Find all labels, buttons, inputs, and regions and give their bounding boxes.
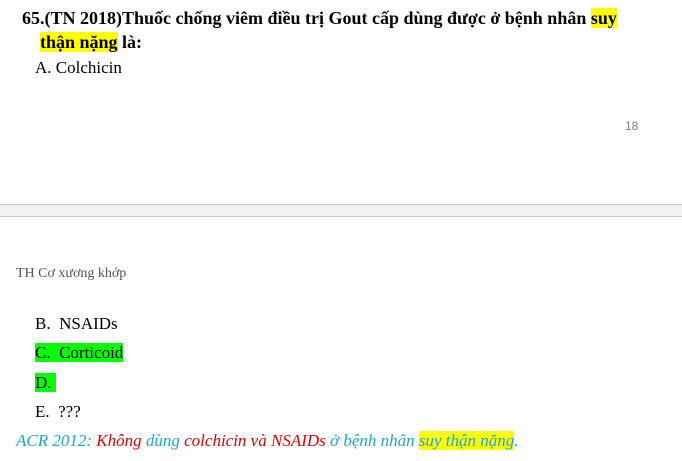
- option-a: A. Colchicin: [35, 58, 122, 77]
- option-d-highlight: D.: [35, 373, 56, 392]
- acr-drugs: colchicin và NSAIDs: [184, 431, 331, 450]
- option-d: D.: [35, 372, 56, 394]
- page-break: [0, 204, 682, 217]
- option-e: E. ???: [35, 402, 81, 421]
- highlight-suy: suy: [590, 8, 617, 28]
- acr-label: ACR 2012:: [16, 431, 97, 450]
- question-text: 65.(TN 2018)Thuốc chống viêm điều trị Go…: [22, 6, 662, 54]
- page-number: 18: [625, 119, 639, 133]
- option-c-highlight: C. Corticoid: [35, 343, 124, 362]
- question-end: là:: [117, 32, 143, 52]
- question-line-2: thận nặng là:: [22, 30, 662, 54]
- page-header: TH Cơ xương khớp: [16, 266, 127, 281]
- acr-highlight: suy thận nặng: [418, 431, 515, 450]
- highlight-than-nang: thận nặng: [40, 32, 118, 52]
- option-b: B. NSAIDs: [35, 314, 118, 333]
- acr-period: .: [514, 431, 519, 450]
- acr-patient: ở bệnh nhân: [330, 431, 419, 450]
- acr-dung: dùng: [145, 431, 185, 450]
- question-line-1: 65.(TN 2018)Thuốc chống viêm điều trị Go…: [22, 6, 662, 30]
- option-c: C. Corticoid: [35, 342, 124, 364]
- acr-khong: Không: [96, 431, 146, 450]
- question-body: Thuốc chống viêm điều trị Gout cấp dùng …: [122, 8, 591, 28]
- question-number: 65.(TN 2018): [22, 8, 122, 28]
- acr-note: ACR 2012: Không dùng colchicin và NSAIDs…: [16, 430, 519, 452]
